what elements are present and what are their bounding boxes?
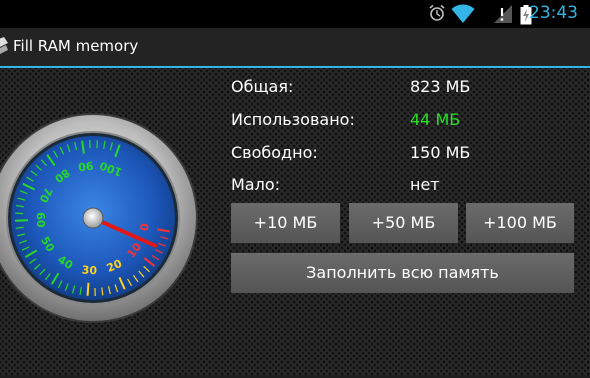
ram-gauge: 0102030405060708090100 bbox=[0, 108, 210, 378]
no-signal-icon bbox=[492, 4, 514, 24]
total-label: Общая: bbox=[231, 77, 293, 96]
app-title: Fill RAM memory bbox=[13, 37, 138, 55]
total-value: 823 МБ bbox=[410, 77, 470, 96]
clock: 23:43 bbox=[529, 3, 578, 23]
main-content: 0102030405060708090100 Общая: 823 МБ Исп… bbox=[0, 68, 590, 375]
gauge-tick-label: 60 bbox=[34, 212, 48, 228]
free-value: 150 МБ bbox=[410, 143, 470, 162]
gauge-tick-label: 30 bbox=[81, 263, 98, 277]
alarm-icon bbox=[428, 4, 446, 22]
add-100mb-button[interactable]: +100 МБ bbox=[466, 203, 574, 243]
free-label: Свободно: bbox=[231, 143, 318, 162]
gauge-hub bbox=[83, 208, 103, 228]
low-memory-label: Мало: bbox=[231, 175, 280, 194]
app-icon[interactable] bbox=[0, 37, 10, 57]
low-memory-value: нет bbox=[410, 175, 440, 194]
action-bar: Fill RAM memory bbox=[0, 28, 590, 66]
gauge-tick-label: 90 bbox=[77, 159, 94, 174]
wifi-icon bbox=[451, 4, 475, 24]
fill-all-memory-button[interactable]: Заполнить всю память bbox=[231, 253, 574, 293]
used-label: Использовано: bbox=[231, 110, 355, 129]
used-value: 44 МБ bbox=[410, 110, 460, 129]
add-50mb-button[interactable]: +50 МБ bbox=[349, 203, 458, 243]
gauge-tick bbox=[88, 283, 89, 296]
status-bar: 23:43 bbox=[0, 0, 590, 28]
gauge-tick bbox=[15, 213, 23, 214]
add-10mb-button[interactable]: +10 МБ bbox=[231, 203, 340, 243]
